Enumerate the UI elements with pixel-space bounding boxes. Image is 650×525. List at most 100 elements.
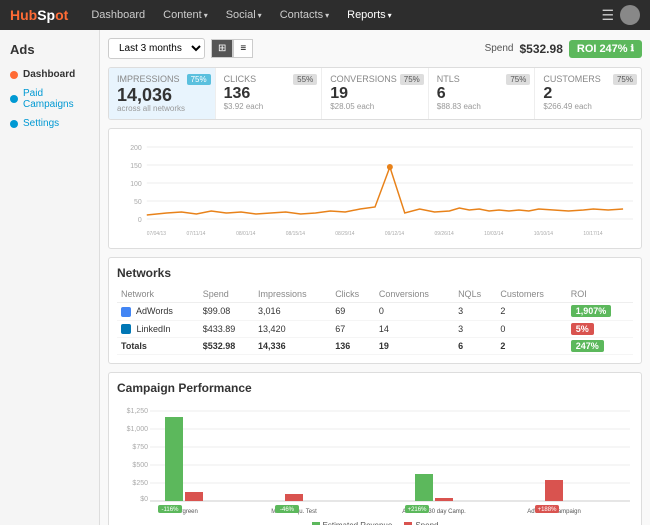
date-range-select[interactable]: Last 3 months [108, 38, 205, 59]
svg-text:$250: $250 [132, 480, 148, 487]
th-nqls: NQLs [454, 286, 496, 303]
main-content: Last 3 months ⊞ ≡ Spend $532.98 ROI 247%… [100, 30, 650, 525]
totals-conversions: 19 [375, 338, 454, 355]
totals-clicks: 136 [331, 338, 375, 355]
svg-text:$0: $0 [140, 496, 148, 503]
bar-adwords30-spend [435, 498, 453, 501]
svg-text:07/11/14: 07/11/14 [186, 231, 205, 237]
campaign-perf-title: Campaign Performance [117, 381, 633, 395]
linkedin-customers: 0 [496, 320, 566, 338]
top-navigation: HubSpot Dashboard Content ▾ Social ▾ Con… [0, 0, 650, 30]
th-conversions: Conversions [375, 286, 454, 303]
totals-impressions: 14,336 [254, 338, 331, 355]
bar-chart-svg: $1,250 $1,000 $750 $500 $250 $0 [117, 401, 633, 516]
adwords-impressions: 3,016 [254, 303, 331, 321]
view-btn-list[interactable]: ≡ [233, 39, 253, 58]
dashboard-dot [10, 71, 18, 79]
sidebar-item-dashboard[interactable]: Dashboard [0, 65, 99, 84]
metric-impressions: IMPRESSIONS 14,036 across all networks 7… [109, 68, 216, 119]
th-customers: Customers [496, 286, 566, 303]
th-spend: Spend [199, 286, 254, 303]
legend-revenue: Estimated Revenue [312, 521, 393, 525]
table-row-totals: Totals $532.98 14,336 136 19 6 2 247% [117, 338, 633, 355]
conversions-badge: 75% [400, 74, 424, 85]
clicks-badge: 55% [293, 74, 317, 85]
main-layout: Ads Dashboard Paid Campaigns Settings La… [0, 30, 650, 525]
nav-social[interactable]: Social ▾ [218, 5, 270, 25]
totals-spend: $532.98 [199, 338, 254, 355]
th-roi: ROI [567, 286, 633, 303]
nav-contacts[interactable]: Contacts ▾ [272, 5, 337, 25]
svg-text:$1,250: $1,250 [127, 408, 149, 415]
legend-spend-label: Spend [415, 521, 438, 525]
svg-text:$500: $500 [132, 462, 148, 469]
conversions-sub: $28.05 each [330, 102, 420, 111]
adwords-clicks: 69 [331, 303, 375, 321]
nav-content[interactable]: Content ▾ [155, 5, 216, 25]
user-avatar[interactable] [620, 5, 640, 25]
metric-customers: CUSTOMERS 2 $266.49 each 75% [535, 68, 641, 119]
legend-spend: Spend [404, 521, 438, 525]
bar-adwords30-revenue [415, 474, 433, 501]
svg-text:$750: $750 [132, 444, 148, 451]
th-clicks: Clicks [331, 286, 375, 303]
customers-badge: 75% [613, 74, 637, 85]
th-impressions: Impressions [254, 286, 331, 303]
linkedin-icon [121, 324, 131, 334]
bar-adwords-spend [545, 480, 563, 501]
spend-label: Spend [485, 43, 514, 54]
totals-label: Totals [117, 338, 199, 355]
table-row: AdWords $99.08 3,016 69 0 3 2 1,907% [117, 303, 633, 321]
clicks-sub: $3.92 each [224, 102, 314, 111]
spend-value: $532.98 [519, 42, 562, 56]
svg-text:08/01/14: 08/01/14 [236, 231, 256, 237]
sidebar-item-paid-campaigns[interactable]: Paid Campaigns [0, 84, 99, 114]
svg-text:150: 150 [130, 163, 142, 170]
svg-text:08/15/14: 08/15/14 [286, 231, 306, 237]
nav-dashboard[interactable]: Dashboard [83, 5, 153, 25]
totals-customers: 2 [496, 338, 566, 355]
table-row: LinkedIn $433.89 13,420 67 14 3 0 5% [117, 320, 633, 338]
info-icon[interactable]: ℹ [631, 43, 634, 54]
sidebar: Ads Dashboard Paid Campaigns Settings [0, 30, 100, 525]
ntls-badge: 75% [506, 74, 530, 85]
svg-text:+188%: +188% [538, 507, 558, 513]
svg-text:08/29/14: 08/29/14 [335, 231, 355, 237]
svg-text:0: 0 [138, 217, 142, 224]
network-name-adwords: AdWords [117, 303, 199, 321]
line-chart-area: 200 150 100 50 0 07/04/13 07/11/14 08/01… [108, 128, 642, 249]
view-btn-grid[interactable]: ⊞ [211, 39, 233, 58]
svg-text:200: 200 [130, 145, 142, 152]
metric-clicks: CLICKS 136 $3.92 each 55% [216, 68, 323, 119]
hamburger-icon[interactable]: ☰ [601, 7, 614, 24]
paid-campaigns-dot [10, 95, 18, 103]
adwords-spend: $99.08 [199, 303, 254, 321]
svg-text:+216%: +216% [408, 507, 428, 513]
customers-sub: $266.49 each [543, 102, 633, 111]
sidebar-item-settings[interactable]: Settings [0, 114, 99, 133]
svg-text:-116%: -116% [162, 507, 180, 513]
table-header-row: Network Spend Impressions Clicks Convers… [117, 286, 633, 303]
adwords-nqls: 3 [454, 303, 496, 321]
svg-text:10/17/14: 10/17/14 [583, 231, 603, 237]
metrics-row: IMPRESSIONS 14,036 across all networks 7… [108, 67, 642, 120]
svg-text:09/12/14: 09/12/14 [385, 231, 405, 237]
view-toggle: ⊞ ≡ [211, 39, 253, 58]
svg-text:100: 100 [130, 181, 142, 188]
svg-text:50: 50 [134, 199, 142, 206]
campaign-performance-section: Campaign Performance $1,250 $1,000 $750 … [108, 372, 642, 525]
bar-chart-area: $1,250 $1,000 $750 $500 $250 $0 [117, 401, 633, 525]
th-network: Network [117, 286, 199, 303]
bar-evergreen-spend [185, 492, 203, 501]
adwords-icon [121, 307, 131, 317]
chart-legend: Estimated Revenue Spend [117, 521, 633, 525]
customers-value: 2 [543, 86, 633, 102]
svg-text:-46%: -46% [280, 507, 295, 513]
adwords-conversions: 0 [375, 303, 454, 321]
linkedin-clicks: 67 [331, 320, 375, 338]
linkedin-impressions: 13,420 [254, 320, 331, 338]
totals-nqls: 6 [454, 338, 496, 355]
nav-reports[interactable]: Reports ▾ [339, 5, 400, 25]
metric-ntls: NTLS 6 $88.83 each 75% [429, 68, 536, 119]
adwords-roi: 1,907% [567, 303, 633, 321]
